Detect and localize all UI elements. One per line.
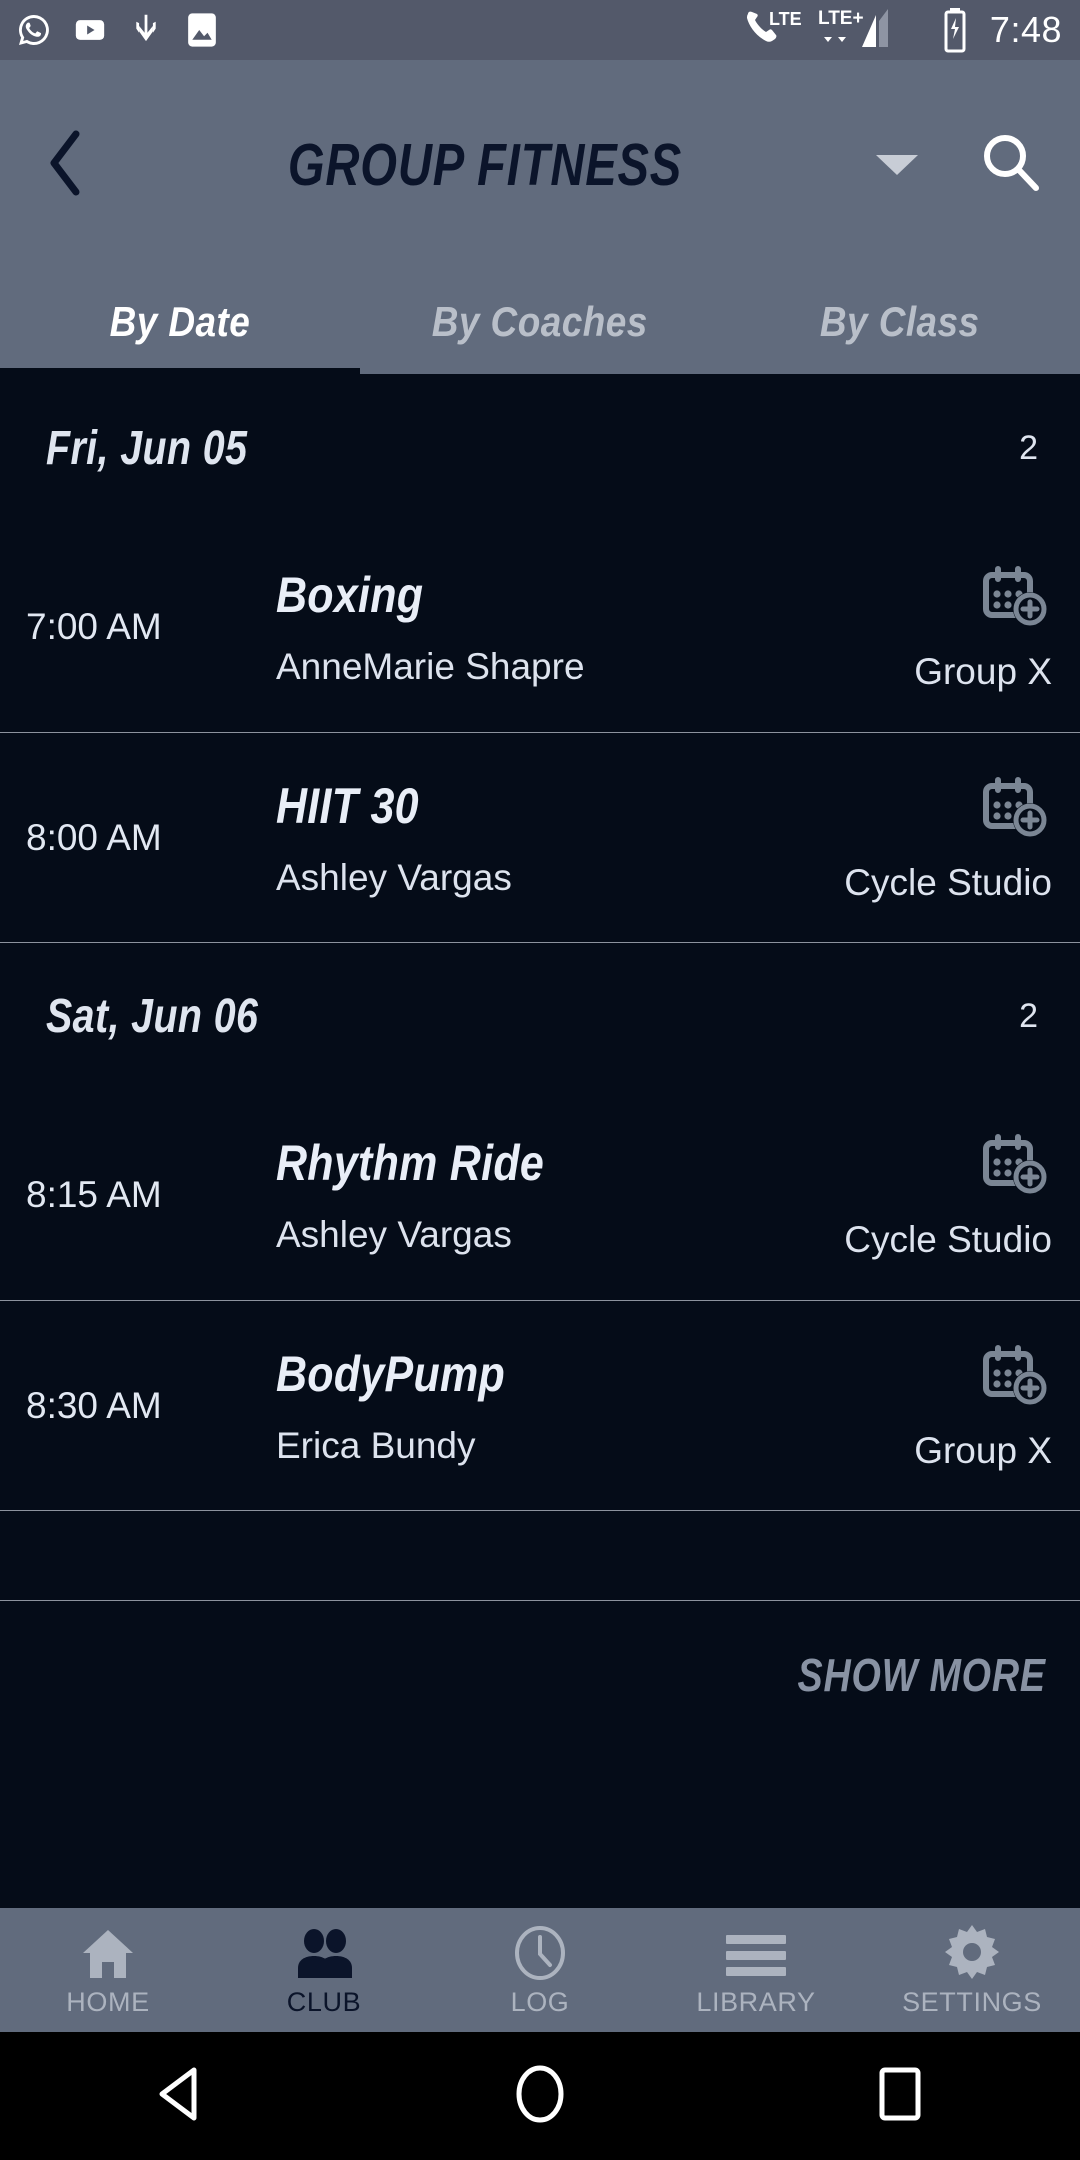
nav-item-club-label: CLUB <box>286 1986 362 2017</box>
class-coach: Ashley Vargas <box>276 856 512 898</box>
calendar-add-icon[interactable] <box>980 1340 1052 1412</box>
nav-item-log-label: LOG <box>510 1986 570 2017</box>
nav-item-settings[interactable]: SETTINGS <box>864 1923 1080 2018</box>
date-header-count: 2 <box>1019 997 1038 1035</box>
show-more-button[interactable]: SHOW MORE <box>0 1600 1080 1748</box>
class-coach: Ashley Vargas <box>276 1214 512 1255</box>
tab-by-class[interactable]: By Class <box>720 270 1080 374</box>
menu-icon <box>724 1923 788 1981</box>
class-location: Cycle Studio <box>844 861 1052 903</box>
people-icon <box>293 1923 355 1981</box>
android-home-icon <box>512 2063 568 2130</box>
call-lte-icon: LTE <box>742 9 804 50</box>
list-spacer-row <box>0 1510 1080 1600</box>
class-info: BodyPump Erica Bundy <box>276 1345 752 1467</box>
signal-lte-plus-icon: LTE+ <box>816 8 926 50</box>
class-name: HIIT 30 <box>276 777 419 834</box>
class-time: 8:15 AM <box>26 1174 162 1215</box>
class-time: 8:30 AM <box>26 1384 162 1426</box>
status-bar-notifications <box>14 10 222 50</box>
back-button[interactable] <box>30 128 104 202</box>
class-row[interactable]: 8:30 AM BodyPump Erica Bundy Group X <box>0 1300 1080 1510</box>
tab-by-date[interactable]: By Date <box>0 270 360 374</box>
nav-item-library[interactable]: LIBRARY <box>648 1923 864 2018</box>
class-location: Cycle Studio <box>844 1219 1052 1260</box>
class-info: Rhythm Ride Ashley Vargas <box>276 1134 752 1256</box>
app-root: LTE LTE+ 7:48 GROUP FITNESS By Date By C… <box>0 0 1080 2160</box>
search-button[interactable] <box>976 130 1046 200</box>
svg-text:LTE+: LTE+ <box>818 8 864 29</box>
date-header: Sat, Jun 06 2 <box>0 942 1080 1090</box>
class-name: BodyPump <box>276 1345 506 1402</box>
home-icon <box>80 1923 136 1981</box>
android-back-button[interactable] <box>120 2046 240 2146</box>
android-system-nav <box>0 2032 1080 2160</box>
class-name: Rhythm Ride <box>276 1135 545 1191</box>
photos-icon <box>182 10 222 50</box>
date-header-label: Sat, Jun 06 <box>46 990 259 1043</box>
tab-by-class-label: By Class <box>820 298 980 345</box>
android-recents-icon <box>875 2065 925 2128</box>
calendar-add-icon[interactable] <box>980 561 1052 633</box>
clock-icon <box>512 1923 568 1981</box>
status-bar-clock: 7:48 <box>989 9 1062 50</box>
android-home-button[interactable] <box>480 2046 600 2146</box>
class-info: Boxing AnneMarie Shapre <box>276 566 752 688</box>
nav-item-club[interactable]: CLUB <box>216 1923 432 2018</box>
class-row[interactable]: 8:00 AM HIIT 30 Ashley Vargas Cycle Stud… <box>0 732 1080 942</box>
class-coach: AnneMarie Shapre <box>276 646 585 687</box>
class-time: 8:00 AM <box>26 816 162 858</box>
tab-by-date-label: By Date <box>109 298 251 345</box>
class-location: Group X <box>914 1429 1052 1471</box>
youtube-icon <box>70 10 110 50</box>
calendar-add-icon[interactable] <box>980 772 1052 844</box>
class-time: 7:00 AM <box>26 606 162 647</box>
class-coach: Erica Bundy <box>276 1424 476 1466</box>
nav-item-library-label: LIBRARY <box>696 1986 816 2017</box>
nav-item-home-label: HOME <box>66 1986 150 2017</box>
search-icon <box>978 130 1044 201</box>
class-action-area: Cycle Studio <box>752 1129 1052 1261</box>
android-recents-button[interactable] <box>840 2046 960 2146</box>
date-header-count: 2 <box>1019 428 1038 467</box>
android-back-icon <box>152 2065 208 2128</box>
class-row[interactable]: 7:00 AM Boxing AnneMarie Shapre Group X <box>0 522 1080 732</box>
class-row[interactable]: 8:15 AM Rhythm Ride Ashley Vargas Cycle … <box>0 1090 1080 1300</box>
tab-bar: By Date By Coaches By Class <box>0 270 1080 374</box>
class-schedule-list: Fri, Jun 05 2 7:00 AM Boxing AnneMarie S… <box>0 374 1080 1748</box>
app-header: GROUP FITNESS <box>0 60 1080 270</box>
class-info: HIIT 30 Ashley Vargas <box>276 777 752 899</box>
date-header: Fri, Jun 05 2 <box>0 374 1080 522</box>
caret-down-icon[interactable] <box>876 155 918 175</box>
whatsapp-icon <box>14 10 54 50</box>
chevron-left-icon <box>44 128 90 203</box>
svg-text:LTE: LTE <box>769 9 802 29</box>
class-location: Group X <box>914 651 1052 692</box>
class-action-area: Group X <box>752 1340 1052 1472</box>
download-icon <box>126 10 166 50</box>
class-action-area: Cycle Studio <box>752 772 1052 904</box>
nav-item-log[interactable]: LOG <box>432 1923 648 2018</box>
calendar-add-icon[interactable] <box>980 1129 1052 1201</box>
status-bar-system: LTE LTE+ 7:48 <box>742 8 1062 53</box>
nav-item-home[interactable]: HOME <box>0 1923 216 2018</box>
class-name: Boxing <box>276 567 424 623</box>
bottom-navigation: HOME CLUB LOG LIBRARY SETTINGS <box>0 1908 1080 2032</box>
status-bar: LTE LTE+ 7:48 <box>0 0 1080 60</box>
tab-by-coaches-label: By Coaches <box>432 298 648 345</box>
class-action-area: Group X <box>752 561 1052 693</box>
nav-item-settings-label: SETTINGS <box>902 1986 1042 2017</box>
tab-by-coaches[interactable]: By Coaches <box>360 270 720 374</box>
date-header-label: Fri, Jun 05 <box>46 421 248 475</box>
page-title: GROUP FITNESS <box>287 132 683 198</box>
show-more-label: SHOW MORE <box>797 1648 1046 1701</box>
battery-charging-icon <box>938 8 972 53</box>
gear-icon <box>943 1923 1001 1981</box>
